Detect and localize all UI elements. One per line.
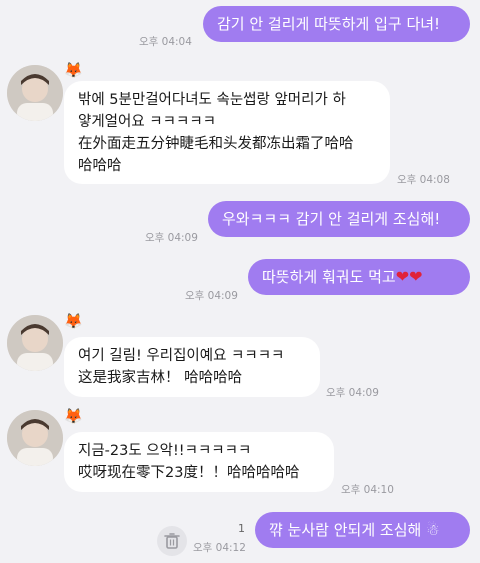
fox-emoji-icon: 🦊 (64, 407, 83, 425)
trash-icon (164, 533, 180, 549)
message-time: 오후 04:10 (341, 484, 394, 496)
message-text: 우와ㅋㅋㅋ 감기 안 걸리게 조심해! (222, 210, 441, 228)
outgoing-message[interactable]: 따뜻하게 훠궈도 먹고❤❤ (248, 259, 470, 295)
message-line: 밖에 5분만걸어다녀도 속눈썹랑 앞머리가 하 (78, 92, 346, 108)
message-line: 这是我家吉林！ 哈哈哈哈 (78, 370, 243, 386)
message-text: 감기 안 걸리게 따뜻하게 입구 다녀! (217, 15, 441, 33)
message-time: 오후 04:04 (139, 36, 192, 48)
message-line: 哈哈哈 (78, 158, 122, 174)
snowman-emoji-icon: ☃ (426, 521, 440, 539)
message-line: 지금-23도 으악!!ㅋㅋㅋㅋㅋ (78, 443, 252, 459)
message-time: 오후 04:09 (326, 387, 379, 399)
unread-count: 1 (238, 522, 245, 535)
contact-avatar[interactable] (7, 315, 63, 371)
message-line: 여기 길림! 우리집이예요 ㅋㅋㅋㅋ (78, 348, 285, 364)
message-line: 哎呀现在零下23度！！哈哈哈哈哈 (78, 465, 300, 481)
message-time: 오후 04:09 (185, 290, 238, 302)
incoming-message[interactable]: 지금-23도 으악!!ㅋㅋㅋㅋㅋ 哎呀现在零下23度！！哈哈哈哈哈 (64, 432, 334, 492)
message-time: 오후 04:09 (145, 232, 198, 244)
outgoing-message[interactable]: 우와ㅋㅋㅋ 감기 안 걸리게 조심해! (208, 201, 470, 237)
message-line: 얗게얼어요 ㅋㅋㅋㅋㅋ (78, 114, 217, 130)
message-time: 오후 04:12 (193, 542, 246, 554)
outgoing-message[interactable]: 감기 안 걸리게 따뜻하게 입구 다녀! (203, 6, 470, 42)
fox-emoji-icon: 🦊 (64, 312, 83, 330)
message-time: 오후 04:08 (397, 174, 450, 186)
message-line: 在外面走五分钟睫毛和头发都冻出霜了哈哈 (78, 136, 354, 152)
contact-avatar[interactable] (7, 410, 63, 466)
message-text: 따뜻하게 훠궈도 먹고 (262, 268, 396, 286)
incoming-message[interactable]: 여기 길림! 우리집이예요 ㅋㅋㅋㅋ 这是我家吉林！ 哈哈哈哈 (64, 337, 320, 397)
heart-emoji-icon: ❤❤ (395, 267, 423, 286)
contact-avatar[interactable] (7, 65, 63, 121)
delete-button[interactable] (157, 526, 187, 556)
incoming-message[interactable]: 밖에 5분만걸어다녀도 속눈썹랑 앞머리가 하 얗게얼어요 ㅋㅋㅋㅋㅋ 在外面走… (64, 81, 390, 184)
fox-emoji-icon: 🦊 (64, 61, 83, 79)
message-text: 꺆 눈사람 안되게 조심해 (269, 521, 422, 539)
outgoing-message[interactable]: 꺆 눈사람 안되게 조심해 ☃ (255, 512, 470, 548)
